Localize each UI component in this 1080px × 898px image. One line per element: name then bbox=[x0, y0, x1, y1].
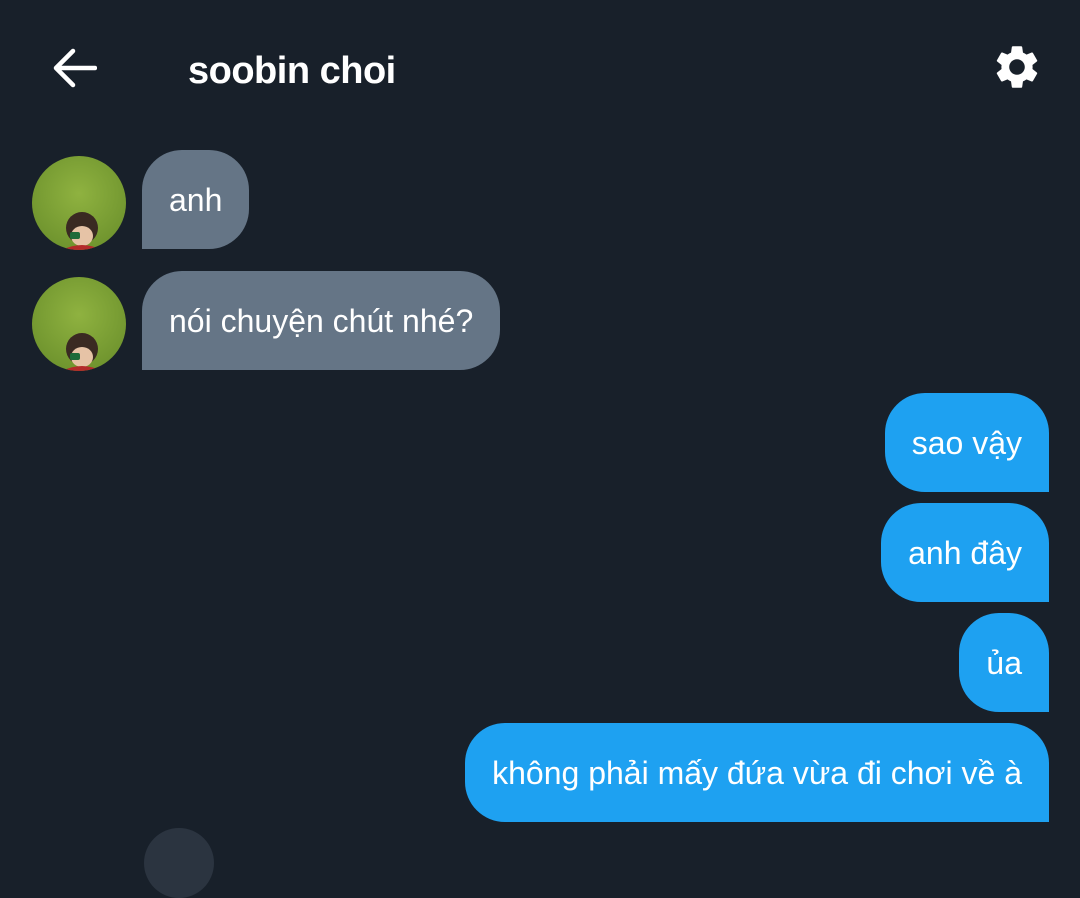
avatar-photo bbox=[32, 156, 126, 250]
avatar[interactable] bbox=[32, 277, 126, 371]
outgoing-message-bubble: không phải mấy đứa vừa đi chơi về à bbox=[465, 723, 1049, 822]
conversation-title: soobin choi bbox=[188, 50, 396, 92]
outgoing-message-bubble: sao vậy bbox=[884, 393, 1049, 492]
back-button[interactable] bbox=[44, 38, 104, 98]
outgoing-message-bubble: ủa bbox=[959, 613, 1049, 712]
chat-header: soobin choi bbox=[0, 0, 1080, 140]
incoming-message-bubble: anh bbox=[142, 150, 250, 249]
avatar[interactable] bbox=[32, 156, 126, 250]
outgoing-message-bubble: anh đây bbox=[881, 503, 1049, 602]
avatar[interactable] bbox=[144, 828, 214, 898]
avatar-photo bbox=[32, 277, 126, 371]
incoming-message-bubble: nói chuyện chút nhé? bbox=[142, 271, 501, 370]
settings-button[interactable] bbox=[988, 38, 1046, 96]
arrow-left-icon bbox=[53, 48, 97, 88]
gear-icon bbox=[996, 46, 1038, 88]
